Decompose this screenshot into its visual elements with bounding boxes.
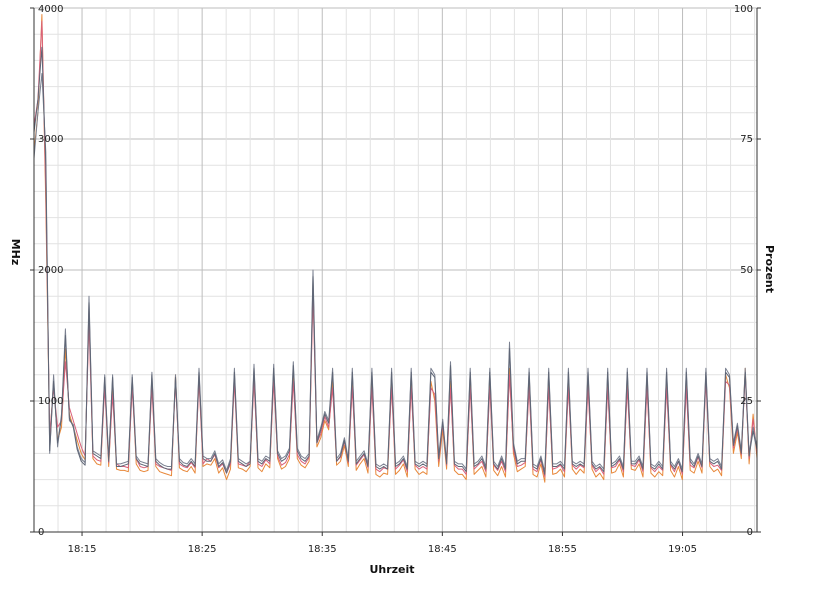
x-tick-label: 18:55 (548, 544, 577, 555)
x-tick-label: 18:45 (428, 544, 457, 555)
y-tick-label: 4000 (38, 4, 63, 15)
x-tick-label: 18:35 (308, 544, 337, 555)
y-tick-label: 0 (38, 527, 44, 538)
y-axis-title: MHz (9, 239, 22, 266)
y-tick-label: 1000 (38, 396, 63, 407)
x-tick-label: 18:25 (188, 544, 217, 555)
y-tick-label: 3000 (38, 134, 63, 145)
series-line-4 (33, 46, 758, 475)
y2-axis-title: Prozent (763, 245, 776, 293)
y2-tick-label: 100 (734, 4, 753, 15)
series-layer (33, 14, 758, 483)
y2-tick-label: 0 (747, 527, 753, 538)
x-axis-title: Uhrzeit (369, 563, 414, 576)
x-tick-label: 18:15 (68, 544, 97, 555)
y2-tick-label: 75 (740, 134, 753, 145)
y2-tick-label: 50 (740, 265, 753, 276)
y-tick-label: 2000 (38, 265, 63, 276)
y2-tick-label: 25 (740, 396, 753, 407)
line-chart: 0 1000 2000 3000 4000 0 25 50 75 100 18:15 18:25 18:… (9, 4, 776, 576)
x-tick-label: 19:05 (668, 544, 697, 555)
